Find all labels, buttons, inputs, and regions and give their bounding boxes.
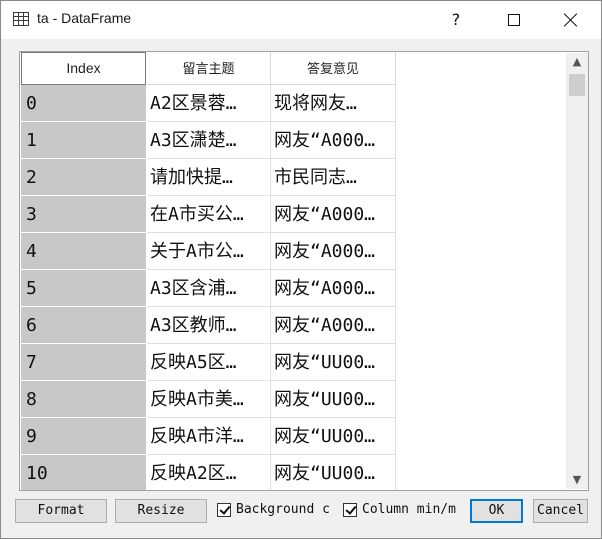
help-icon: ? — [451, 10, 461, 29]
header-col1[interactable]: 留言主题 — [147, 52, 271, 85]
format-button[interactable]: Format — [15, 499, 107, 523]
row-index-cell[interactable]: 6 — [21, 307, 146, 344]
table-cell-reply[interactable]: 网友“A000… — [271, 270, 396, 307]
maximize-icon — [508, 14, 520, 26]
chevron-down-icon[interactable]: ▼ — [566, 471, 588, 489]
row-index-cell[interactable]: 4 — [21, 233, 146, 270]
table-icon — [13, 12, 29, 26]
table-cell-subject[interactable]: 反映A5区… — [147, 344, 271, 381]
row-index-cell[interactable]: 5 — [21, 270, 146, 307]
ok-button[interactable]: OK — [470, 499, 523, 523]
table-cell-subject[interactable]: 反映A市美… — [147, 381, 271, 418]
maximize-button[interactable] — [491, 1, 537, 39]
table-cell-reply[interactable]: 网友“A000… — [271, 122, 396, 159]
title-bar[interactable]: ta - DataFrame ? — [1, 1, 601, 39]
cancel-button[interactable]: Cancel — [533, 499, 588, 523]
window-title: ta - DataFrame — [37, 10, 132, 26]
table-cell-subject[interactable]: 请加快提… — [147, 159, 271, 196]
header-index[interactable]: Index — [21, 52, 146, 85]
table-cell-subject[interactable]: A2区景蓉… — [147, 85, 271, 122]
header-col2[interactable]: 答复意见 — [271, 52, 396, 85]
column-minmax-label: Column min/m — [362, 502, 456, 517]
table-cell-subject[interactable]: 反映A市洋… — [147, 418, 271, 455]
column-minmax-checkbox[interactable] — [343, 503, 357, 517]
table-cell-reply[interactable]: 市民同志… — [271, 159, 396, 196]
row-index-cell[interactable]: 10 — [21, 455, 146, 490]
table-cell-subject[interactable]: A3区潇楚… — [147, 122, 271, 159]
table-cell-reply[interactable]: 网友“A000… — [271, 307, 396, 344]
button-bar: Format Resize Background c Column min/m … — [1, 497, 601, 527]
help-button[interactable]: ? — [433, 1, 479, 39]
table-cell-reply[interactable]: 现将网友… — [271, 85, 396, 122]
table-cell-reply[interactable]: 网友“A000… — [271, 233, 396, 270]
chevron-up-icon[interactable]: ▲ — [566, 53, 588, 71]
table-cell-subject[interactable]: 在A市买公… — [147, 196, 271, 233]
row-index-cell[interactable]: 8 — [21, 381, 146, 418]
table-cell-reply[interactable]: 网友“UU00… — [271, 455, 396, 490]
resize-button[interactable]: Resize — [115, 499, 207, 523]
row-index-cell[interactable]: 0 — [21, 85, 146, 122]
table-cell-reply[interactable]: 网友“UU00… — [271, 381, 396, 418]
row-index-cell[interactable]: 2 — [21, 159, 146, 196]
table-cell-subject[interactable]: 关于A市公… — [147, 233, 271, 270]
close-icon — [564, 13, 577, 26]
row-index-cell[interactable]: 1 — [21, 122, 146, 159]
table-cell-reply[interactable]: 网友“UU00… — [271, 418, 396, 455]
scrollbar-thumb[interactable] — [569, 74, 585, 96]
table-cell-subject[interactable]: A3区含浦… — [147, 270, 271, 307]
dataframe-table[interactable]: Index 留言主题 答复意见 0 A2区景蓉… 现将网友… 1 A3区潇楚… 网友“A0… — [19, 51, 589, 491]
dataframe-window: ta - DataFrame ? Index 留言主题 答复意见 0 A2区景蓉…… — [0, 0, 602, 539]
background-color-checkbox[interactable] — [217, 503, 231, 517]
table-cell-reply[interactable]: 网友“A000… — [271, 196, 396, 233]
row-index-cell[interactable]: 7 — [21, 344, 146, 381]
row-index-cell[interactable]: 9 — [21, 418, 146, 455]
table-cell-subject[interactable]: A3区教师… — [147, 307, 271, 344]
table-cell-reply[interactable]: 网友“UU00… — [271, 344, 396, 381]
vertical-scrollbar[interactable]: ▲ ▼ — [566, 53, 588, 489]
row-index-cell[interactable]: 3 — [21, 196, 146, 233]
close-button[interactable] — [547, 1, 593, 39]
background-color-label: Background c — [236, 502, 330, 517]
table-cell-subject[interactable]: 反映A2区… — [147, 455, 271, 490]
